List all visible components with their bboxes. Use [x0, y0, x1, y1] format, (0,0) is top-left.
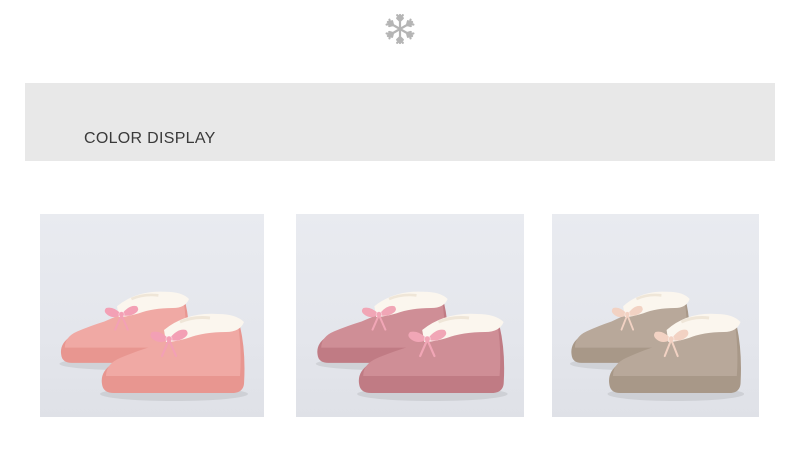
color-swatch-khaki[interactable]: [552, 214, 759, 417]
color-swatch-pink[interactable]: [40, 214, 264, 417]
section-banner: COLOR DISPLAY: [25, 83, 775, 161]
boot-pair-image: [569, 291, 745, 401]
color-swatch-rose[interactable]: [296, 214, 524, 417]
boot-pair-image: [315, 291, 508, 401]
section-title: COLOR DISPLAY: [84, 130, 216, 147]
snowflake-icon: [383, 12, 417, 46]
boot-pair-image: [59, 291, 248, 401]
